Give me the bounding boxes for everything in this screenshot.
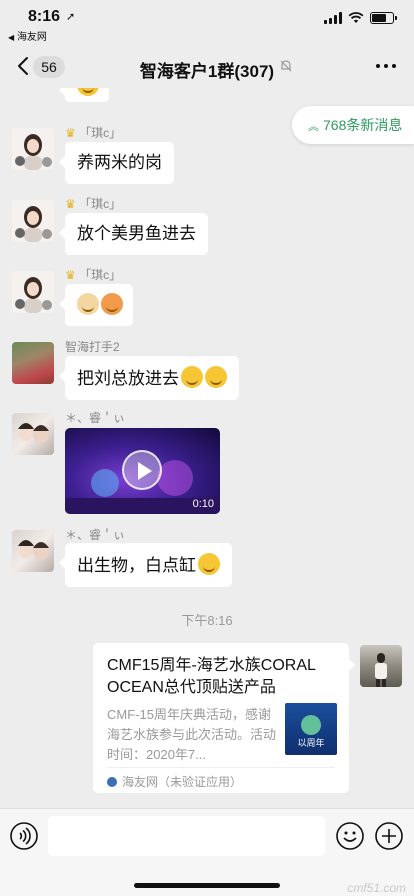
video-duration: 0:10 xyxy=(192,498,214,510)
home-indicator xyxy=(134,883,280,888)
mute-bell-icon xyxy=(280,60,292,72)
back-triangle-icon: ◀ xyxy=(8,33,15,42)
link-thumbnail: 以周年 xyxy=(285,703,337,755)
divider xyxy=(107,767,335,768)
chat-header: 56 智海客户1群(307) xyxy=(0,44,414,88)
laughing-emoji-icon xyxy=(205,366,227,388)
message-list[interactable]: ︽ 768条新消息 ♛ 「琪c」 养两米的岗 ♛ 「琪c」 放个美男鱼进去 ♛ 「… xyxy=(0,88,414,808)
sender-label: 「琪c」 xyxy=(79,126,122,140)
input-toolbar: cmf51.com xyxy=(0,808,414,896)
partial-message-bubble xyxy=(59,88,109,102)
status-bar: 8:16 ➚ ◀ 海友网 xyxy=(0,0,414,44)
message-bubble[interactable]: 出生物，白点缸 xyxy=(59,543,232,587)
chat-title: 智海客户1群(307) xyxy=(139,62,275,81)
message-timestamp: 下午8:16 xyxy=(181,613,233,628)
avatar[interactable] xyxy=(12,200,54,242)
back-to-app-link[interactable]: ◀ 海友网 xyxy=(8,28,47,43)
message-bubble[interactable]: 把刘总放进去 xyxy=(59,356,239,400)
message-text: 把刘总放进去 xyxy=(77,369,179,388)
link-source: 海友网（未验证应用） xyxy=(107,773,242,790)
laughing-emoji-icon xyxy=(181,366,203,388)
avatar[interactable] xyxy=(12,413,54,455)
link-title: CMF15周年-海艺水族CORAL OCEAN总代顶贴送产品 xyxy=(107,657,316,696)
location-arrow-icon: ➚ xyxy=(66,11,76,23)
crown-icon: ♛ xyxy=(65,268,76,282)
emoji-icon[interactable] xyxy=(335,821,365,851)
sender-name: ♛ 「琪c」 xyxy=(65,266,121,283)
status-time: 8:16 xyxy=(28,8,61,25)
more-options-icon[interactable] xyxy=(376,64,396,68)
app-source-icon xyxy=(107,776,117,787)
link-description: CMF-15周年庆典活动，感谢海艺水族参与此次活动。活动时间：2020年7... xyxy=(107,707,277,762)
sender-label: 「琪c」 xyxy=(79,197,122,211)
message-text: 放个美男鱼进去 xyxy=(77,224,196,243)
cellular-signal-icon xyxy=(324,12,342,24)
message-bubble[interactable]: 养两米的岗 xyxy=(59,142,174,184)
plus-icon[interactable] xyxy=(374,821,404,851)
message-input[interactable] xyxy=(48,816,325,856)
status-indicators xyxy=(324,12,397,24)
crown-icon: ♛ xyxy=(65,126,76,140)
video-message[interactable]: 0:10 xyxy=(65,428,220,514)
message-text: 出生物，白点缸 xyxy=(77,556,196,575)
avatar[interactable] xyxy=(12,530,54,572)
wifi-icon xyxy=(348,12,364,23)
avatar[interactable] xyxy=(12,342,54,384)
tongue-emoji-icon xyxy=(101,293,123,315)
emoji-face-icon xyxy=(77,88,99,96)
laughing-emoji-icon xyxy=(198,553,220,575)
sender-name: ♛ 「琪c」 xyxy=(65,124,121,141)
new-messages-label: 768条新消息 xyxy=(323,117,403,133)
avatar[interactable] xyxy=(360,645,402,687)
sender-name: ＊、睿＇ぃ xyxy=(65,528,126,542)
sender-name: ＊、睿＇ぃ xyxy=(65,411,126,425)
sender-name: ♛ 「琪c」 xyxy=(65,195,121,212)
double-up-arrow-icon: ︽ xyxy=(308,121,319,133)
sender-name: 智海打手2 xyxy=(65,340,120,354)
play-icon[interactable] xyxy=(122,450,162,490)
back-app-label: 海友网 xyxy=(16,32,47,43)
dog-emoji-icon xyxy=(77,293,99,315)
shared-link-card[interactable]: CMF15周年-海艺水族CORAL OCEAN总代顶贴送产品 CMF-15周年庆… xyxy=(93,643,355,793)
avatar[interactable] xyxy=(12,128,54,170)
message-bubble[interactable]: 放个美男鱼进去 xyxy=(59,213,208,255)
message-text: 养两米的岗 xyxy=(77,153,162,172)
new-messages-button[interactable]: ︽ 768条新消息 xyxy=(292,106,414,144)
watermark: cmf51.com xyxy=(347,881,406,895)
avatar[interactable] xyxy=(12,271,54,313)
battery-icon xyxy=(370,12,397,24)
voice-input-icon[interactable] xyxy=(9,821,39,851)
crown-icon: ♛ xyxy=(65,197,76,211)
message-bubble[interactable] xyxy=(59,284,133,326)
sender-label: 「琪c」 xyxy=(79,268,122,282)
link-source-label: 海友网（未验证应用） xyxy=(122,775,243,789)
